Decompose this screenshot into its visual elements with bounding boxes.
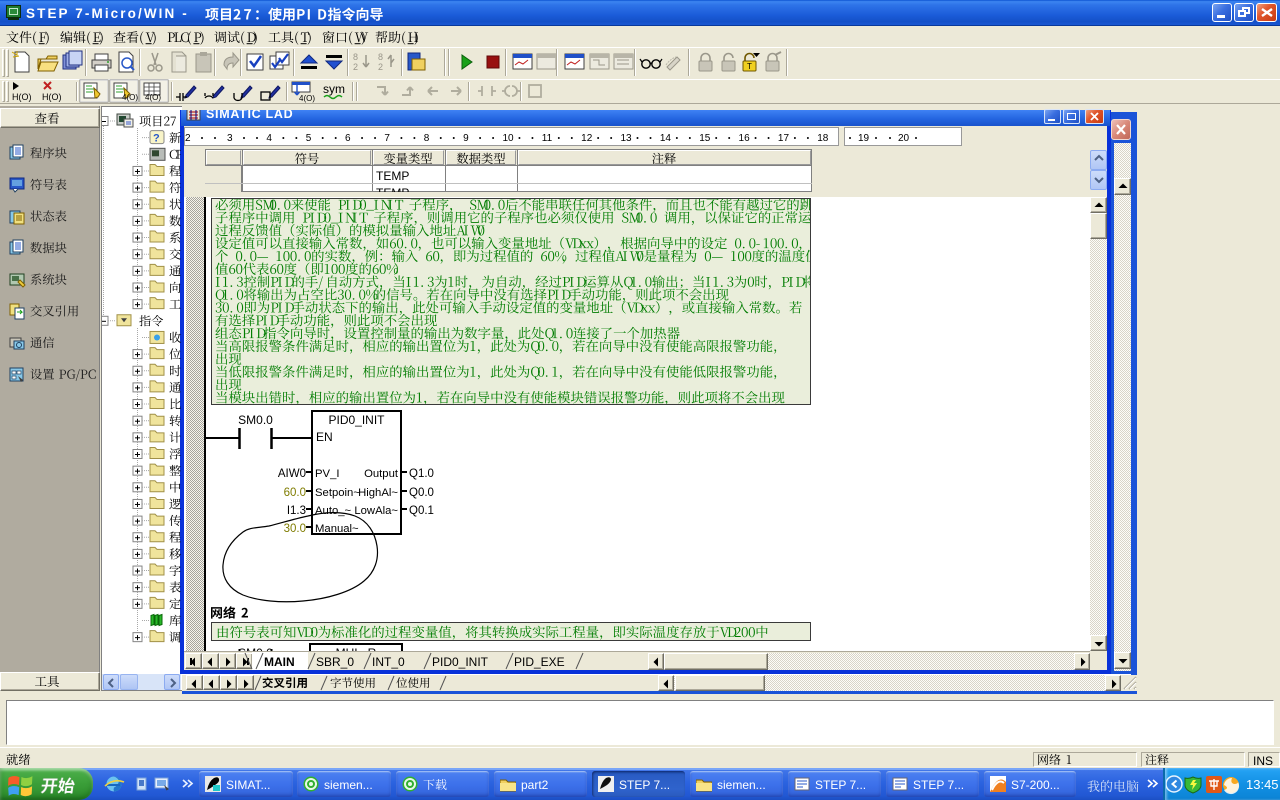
svg-text:30.0: 30.0	[284, 523, 306, 535]
svg-text:8: 8	[353, 52, 358, 62]
svg-text:MAIN: MAIN	[264, 655, 295, 669]
svg-text:Manual~: Manual~	[315, 523, 359, 535]
svg-text:20: 20	[898, 133, 910, 144]
svg-text:4: 4	[266, 133, 272, 144]
svg-text:15: 15	[699, 133, 711, 144]
svg-text:8: 8	[378, 52, 383, 62]
svg-text:5: 5	[306, 133, 312, 144]
svg-text:HighAl~: HighAl~	[358, 487, 398, 499]
svg-text:Setpoin~: Setpoin~	[315, 487, 360, 499]
svg-text:16: 16	[739, 133, 751, 144]
svg-text:3: 3	[227, 133, 233, 144]
svg-text:AIW0: AIW0	[278, 468, 306, 480]
svg-text:EN: EN	[316, 430, 333, 444]
svg-text:Q1.0: Q1.0	[409, 468, 434, 480]
svg-text:60.0: 60.0	[284, 487, 306, 499]
svg-text:Q0.0: Q0.0	[409, 487, 434, 499]
svg-text:PV_I: PV_I	[315, 468, 340, 480]
svg-text:17: 17	[778, 133, 790, 144]
svg-text:LowAla~: LowAla~	[354, 505, 398, 517]
svg-text:PID0_INIT: PID0_INIT	[432, 655, 489, 669]
svg-text:I1.3: I1.3	[287, 505, 306, 517]
svg-text:9: 9	[463, 133, 469, 144]
svg-text:10: 10	[502, 133, 514, 144]
svg-text:8: 8	[424, 133, 430, 144]
svg-text:?: ?	[153, 133, 160, 145]
svg-text:4(O): 4(O)	[145, 93, 161, 102]
svg-text:6: 6	[345, 133, 351, 144]
svg-text:11: 11	[542, 133, 553, 144]
svg-text:2: 2	[378, 62, 383, 72]
svg-text:Q0.1: Q0.1	[409, 505, 434, 517]
svg-text:12: 12	[581, 133, 593, 144]
svg-text:SBR_0: SBR_0	[316, 655, 354, 669]
svg-text:2: 2	[185, 133, 191, 144]
svg-text:4(O): 4(O)	[299, 94, 315, 103]
svg-text:H(O): H(O)	[42, 92, 62, 102]
svg-text:INT_0: INT_0	[372, 655, 405, 669]
svg-text:13: 13	[621, 133, 633, 144]
svg-text:19: 19	[858, 133, 870, 144]
svg-text:18: 18	[817, 133, 829, 144]
svg-text:sym: sym	[323, 82, 345, 96]
svg-text:PID0_INIT: PID0_INIT	[328, 413, 385, 427]
svg-text:2: 2	[353, 62, 358, 72]
svg-text:Auto_~: Auto_~	[315, 505, 352, 517]
svg-text:14: 14	[660, 133, 672, 144]
svg-text:7: 7	[384, 133, 390, 144]
svg-text:SM0.0: SM0.0	[238, 413, 273, 427]
svg-text:H(O): H(O)	[12, 92, 32, 102]
svg-text:Output: Output	[364, 468, 399, 480]
svg-text:4(O): 4(O)	[122, 93, 138, 102]
svg-text:PID_EXE: PID_EXE	[514, 655, 565, 669]
svg-text:T: T	[747, 62, 752, 71]
